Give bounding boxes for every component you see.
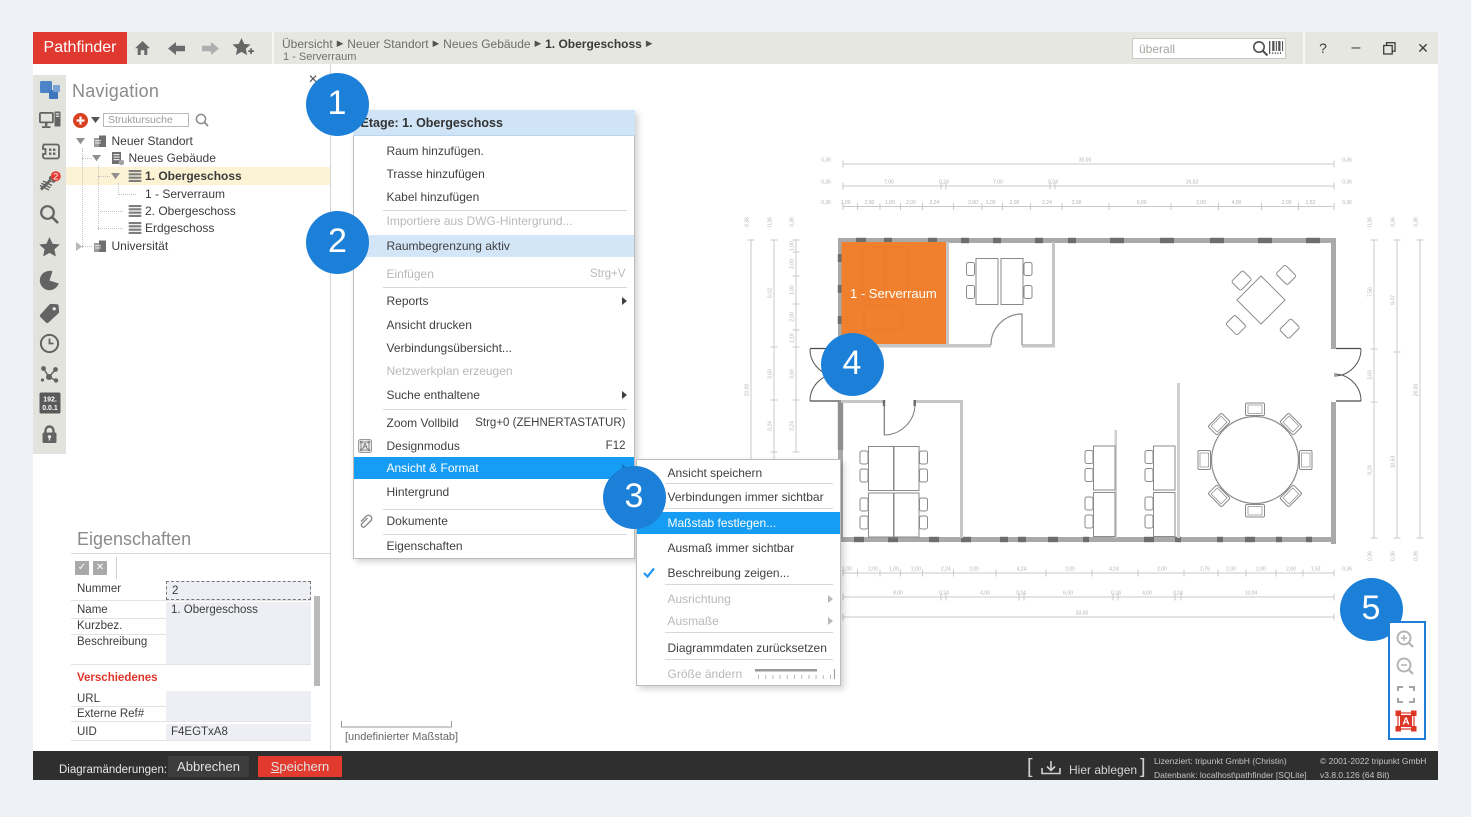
svg-text:0,24: 0,24 (939, 591, 949, 597)
svg-text:2,00: 2,00 (1065, 567, 1075, 573)
svg-text:4,24: 4,24 (1109, 567, 1119, 573)
svg-text:9,24: 9,24 (1368, 465, 1374, 475)
svg-text:4,24: 4,24 (1017, 567, 1027, 573)
svg-text:7,56: 7,56 (1368, 287, 1374, 297)
svg-text:2,24: 2,24 (1042, 200, 1052, 206)
svg-text:3,60: 3,60 (1368, 370, 1374, 380)
svg-text:2,00: 2,00 (790, 259, 796, 269)
svg-text:0,36: 0,36 (1414, 217, 1420, 227)
svg-text:0,24: 0,24 (768, 421, 774, 431)
svg-text:1,52: 1,52 (1306, 200, 1316, 206)
svg-text:6,02: 6,02 (768, 288, 774, 298)
svg-text:2,00: 2,00 (1010, 200, 1020, 206)
svg-text:1,00: 1,00 (790, 285, 796, 295)
svg-text:0,36: 0,36 (1342, 158, 1352, 164)
svg-text:10,04: 10,04 (1245, 591, 1258, 597)
svg-text:1,00: 1,00 (885, 200, 895, 206)
svg-text:2,00: 2,00 (868, 567, 878, 573)
svg-text:0,24: 0,24 (1173, 591, 1183, 597)
svg-text:4,00: 4,00 (1232, 200, 1242, 206)
svg-text:0,24: 0,24 (1048, 180, 1058, 186)
svg-text:6,00: 6,00 (1137, 200, 1147, 206)
svg-text:2,00: 2,00 (906, 200, 916, 206)
svg-text:0,36: 0,36 (1368, 217, 1374, 227)
svg-text:10,53: 10,53 (1391, 456, 1397, 469)
svg-text:0.0.1: 0.0.1 (42, 405, 58, 412)
svg-text:3,60: 3,60 (790, 369, 796, 379)
svg-text:192.: 192. (43, 397, 57, 404)
svg-text:2,00: 2,00 (968, 200, 978, 206)
svg-text:0,24: 0,24 (939, 180, 949, 186)
svg-text:0,24: 0,24 (1111, 591, 1121, 597)
svg-text:0,36: 0,36 (790, 217, 796, 227)
svg-text:2: 2 (53, 171, 58, 181)
svg-text:2,76: 2,76 (1200, 567, 1210, 573)
svg-text:1,00: 1,00 (841, 200, 851, 206)
svg-text:1,16: 1,16 (790, 333, 796, 343)
svg-text:7,00: 7,00 (884, 180, 894, 186)
svg-text:1,00: 1,00 (889, 567, 899, 573)
svg-text:1 - Serverraum: 1 - Serverraum (850, 286, 937, 301)
svg-text:2,00: 2,00 (911, 567, 921, 573)
svg-text:8,00: 8,00 (893, 591, 903, 597)
svg-text:0,36: 0,36 (1342, 200, 1352, 206)
svg-text:0,36: 0,36 (745, 217, 751, 227)
svg-text:0,36: 0,36 (1368, 551, 1374, 561)
svg-text:26,00: 26,00 (1414, 384, 1420, 397)
svg-text:16,52: 16,52 (1186, 180, 1199, 186)
svg-text:3,24: 3,24 (790, 421, 796, 431)
svg-text:20,00: 20,00 (745, 384, 751, 397)
svg-text:7,00: 7,00 (993, 180, 1003, 186)
svg-text:6,00: 6,00 (1063, 591, 1073, 597)
svg-text:2,00: 2,00 (1256, 567, 1266, 573)
svg-text:0,24: 0,24 (1016, 591, 1026, 597)
svg-text:1,00: 1,00 (986, 200, 996, 206)
svg-text:A: A (1402, 717, 1409, 728)
svg-text:4,00: 4,00 (1142, 591, 1152, 597)
svg-text:0,36: 0,36 (1342, 567, 1352, 573)
svg-text:4,00: 4,00 (980, 591, 990, 597)
svg-text:0,36: 0,36 (1342, 180, 1352, 186)
svg-text:2,24: 2,24 (941, 567, 951, 573)
svg-text:0,36: 0,36 (821, 200, 831, 206)
svg-text:0,36: 0,36 (821, 180, 831, 186)
svg-text:35,00: 35,00 (1079, 158, 1092, 164)
svg-text:0,36: 0,36 (1391, 551, 1397, 561)
svg-text:1,00: 1,00 (790, 241, 796, 251)
svg-text:2,00: 2,00 (1282, 200, 1292, 206)
svg-text:2,00: 2,00 (1226, 567, 1236, 573)
svg-text:0,36: 0,36 (821, 158, 831, 164)
svg-text:3,60: 3,60 (768, 369, 774, 379)
svg-text:1,00: 1,00 (842, 567, 852, 573)
svg-text:0,36: 0,36 (1391, 217, 1397, 227)
svg-text:2,24: 2,24 (930, 200, 940, 206)
svg-text:A: A (362, 442, 368, 451)
svg-text:0,36: 0,36 (768, 217, 774, 227)
svg-text:2,00: 2,00 (790, 312, 796, 322)
svg-text:2,00: 2,00 (1157, 567, 1167, 573)
svg-text:33,00: 33,00 (1076, 611, 1089, 617)
svg-text:2,00: 2,00 (1196, 200, 1206, 206)
svg-text:2,00: 2,00 (969, 567, 979, 573)
svg-text:2,00: 2,00 (1072, 200, 1082, 206)
svg-text:9,47: 9,47 (1391, 295, 1397, 305)
svg-text:2,00: 2,00 (865, 200, 875, 206)
svg-text:2,00: 2,00 (1286, 567, 1296, 573)
svg-text:0,36: 0,36 (1414, 551, 1420, 561)
svg-text:1,52: 1,52 (1311, 567, 1321, 573)
